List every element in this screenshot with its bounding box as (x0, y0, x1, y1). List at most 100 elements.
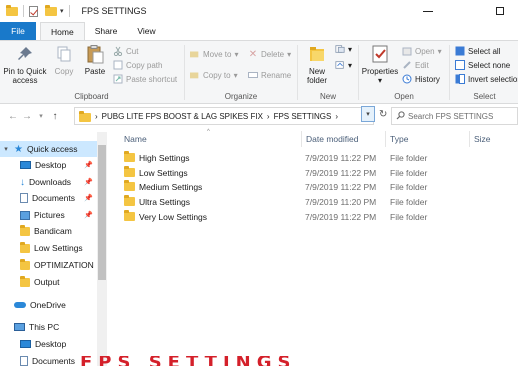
nav-item-low-settings[interactable]: Low Settings (0, 240, 97, 256)
address-bar[interactable]: › PUBG LITE FPS BOOST & LAG SPIKES FIX ›… (74, 107, 374, 125)
table-row[interactable]: High Settings 7/9/2019 11:22 PM File fol… (112, 150, 518, 165)
search-icon (396, 110, 405, 122)
tab-share[interactable]: Share (85, 22, 128, 40)
column-header-label: Type (390, 134, 409, 144)
search-input[interactable]: Search FPS SETTINGS (391, 107, 518, 125)
file-type: File folder (390, 196, 428, 207)
open-button[interactable]: Open ▾ (402, 46, 442, 56)
paste-shortcut-button[interactable]: Paste shortcut (113, 74, 177, 84)
new-folder-icon[interactable] (45, 4, 57, 16)
minimize-button[interactable] (410, 0, 446, 22)
nav-item-output[interactable]: Output (0, 274, 97, 290)
nav-this-pc[interactable]: This PC (0, 319, 97, 335)
delete-icon: ✕ (248, 48, 258, 60)
column-header-size[interactable]: Size (470, 131, 518, 147)
file-type: File folder (390, 211, 428, 222)
history-button[interactable]: History (402, 74, 440, 84)
chevron-down-icon: ▾ (437, 46, 442, 56)
table-row[interactable]: Medium Settings 7/9/2019 11:22 PM File f… (112, 179, 518, 194)
column-header-type[interactable]: Type (386, 131, 470, 147)
star-icon: ★ (14, 143, 23, 155)
search-placeholder: Search FPS SETTINGS (408, 111, 494, 121)
nav-item-desktop[interactable]: Desktop 📌 (0, 157, 97, 173)
file-date: 7/9/2019 11:22 PM (305, 152, 377, 163)
file-date: 7/9/2019 11:20 PM (305, 196, 377, 207)
title-bar: ▾ FPS SETTINGS (0, 0, 518, 22)
scrollbar-thumb[interactable] (98, 145, 106, 280)
up-arrow-icon[interactable]: ↑ (48, 111, 62, 122)
back-arrow-icon[interactable]: ← (6, 111, 20, 122)
select-all-button[interactable]: Select all (455, 46, 500, 56)
open-group-label: Open (394, 92, 414, 101)
maximize-icon (496, 7, 504, 15)
table-row[interactable]: Very Low Settings 7/9/2019 11:22 PM File… (112, 209, 518, 224)
nav-item-label: Low Settings (34, 243, 83, 253)
tab-file[interactable]: File (0, 22, 36, 40)
paste-icon (85, 44, 105, 64)
nav-item-label: Desktop (35, 339, 67, 349)
rename-button[interactable]: Rename (248, 70, 291, 80)
refresh-icon[interactable]: ↻ (379, 109, 387, 120)
file-list: ^ Name Date modified Type Size High Sett… (112, 127, 518, 366)
select-none-button[interactable]: Select none (455, 60, 510, 70)
maximize-button[interactable] (482, 0, 518, 22)
invert-selection-button[interactable]: Invert selection (455, 74, 518, 84)
table-row[interactable]: Low Settings 7/9/2019 11:22 PM File fold… (112, 165, 518, 180)
new-folder-icon (307, 44, 327, 64)
new-group-label: New (319, 92, 336, 101)
forward-arrow-icon[interactable]: → (20, 111, 34, 122)
file-type: File folder (390, 181, 428, 192)
nav-item-pc-desktop[interactable]: Desktop (0, 336, 97, 352)
nav-item-documents[interactable]: Documents 📌 (0, 190, 97, 206)
nav-item-label: Documents (32, 356, 75, 366)
pin-quick-access-button[interactable]: Pin to Quick access (2, 44, 48, 85)
cut-button[interactable]: Cut (113, 46, 138, 56)
tab-view[interactable]: View (127, 22, 165, 40)
quick-access-toolbar: ▾ (0, 4, 72, 17)
nav-item-optimization[interactable]: OPTIMIZATION (0, 257, 97, 273)
column-header-label: Size (474, 134, 491, 144)
recent-locations-icon[interactable]: ▾ (34, 112, 48, 120)
nav-onedrive[interactable]: OneDrive (0, 297, 97, 313)
move-to-button[interactable]: Move to ▾ (190, 49, 238, 59)
delete-button[interactable]: ✕ Delete ▾ (248, 48, 291, 60)
breadcrumb-separator: › (95, 111, 98, 121)
clipboard-group-label: Clipboard (74, 92, 109, 101)
easy-access-button[interactable]: ▾ (335, 60, 352, 70)
copy-button[interactable]: Copy (50, 44, 78, 76)
nav-item-pictures[interactable]: Pictures 📌 (0, 207, 97, 223)
table-row[interactable]: Ultra Settings 7/9/2019 11:20 PM File fo… (112, 194, 518, 209)
address-dropdown-button[interactable]: ▾ (361, 106, 375, 122)
nav-item-bandicam[interactable]: Bandicam (0, 223, 97, 239)
file-name: Ultra Settings (139, 196, 191, 207)
nav-item-downloads[interactable]: ↓ Downloads 📌 (0, 174, 97, 190)
breadcrumb-item[interactable]: PUBG LITE FPS BOOST & LAG SPIKES FIX (102, 112, 263, 121)
video-overlay-caption: FPS SETTINGS (80, 356, 340, 366)
paste-label: Paste (84, 67, 106, 76)
tab-home[interactable]: Home (40, 22, 85, 40)
new-group: New folder ▾ ▾ New (299, 41, 357, 104)
customize-toolbar-icon[interactable]: ▾ (60, 7, 64, 15)
column-header-name[interactable]: ^ Name (112, 129, 302, 147)
column-header-date[interactable]: Date modified (302, 131, 386, 147)
nav-item-label: Pictures (34, 210, 65, 220)
properties-icon[interactable] (29, 5, 38, 17)
nav-item-label: Output (34, 277, 60, 287)
copy-to-button[interactable]: Copy to ▾ (190, 70, 238, 80)
move-to-icon (190, 49, 200, 59)
copy-path-button[interactable]: Copy path (113, 60, 162, 70)
navigation-pane: ▾ ★ Quick access Desktop 📌 ↓ Downloads 📌… (0, 132, 108, 366)
new-item-button[interactable]: ▾ (335, 44, 352, 54)
new-folder-button[interactable]: New folder (301, 44, 333, 85)
chevron-down-icon: ▾ (4, 146, 8, 153)
ribbon: Pin to Quick access Copy Paste Cut Copy … (0, 40, 518, 104)
nav-quick-access[interactable]: ▾ ★ Quick access (0, 141, 97, 157)
computer-icon (14, 323, 25, 331)
new-item-icon (335, 44, 345, 54)
properties-button[interactable]: Properties ▾ (360, 44, 400, 85)
breadcrumb-item[interactable]: FPS SETTINGS (274, 112, 332, 121)
paste-button[interactable]: Paste (80, 44, 110, 76)
folder-icon (6, 4, 18, 16)
pin-icon (15, 44, 35, 64)
edit-button[interactable]: Edit (402, 60, 429, 70)
